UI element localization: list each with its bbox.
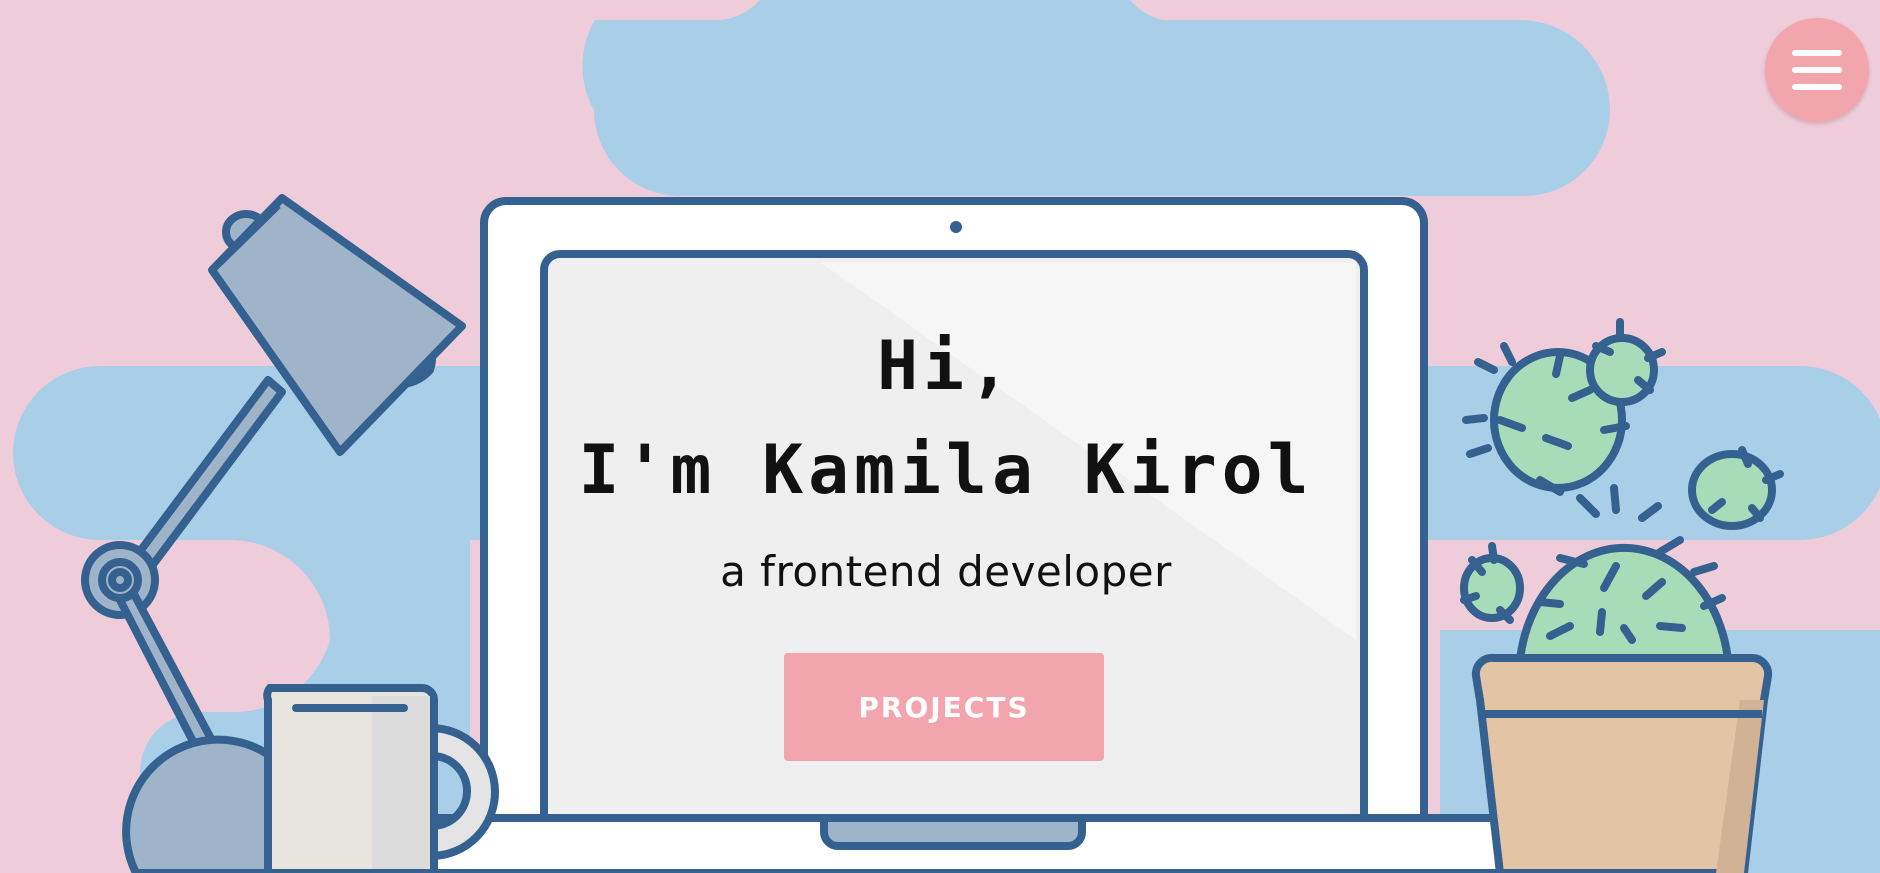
hero-content: Hi, I'm Kamila Kirol a frontend develope… xyxy=(548,250,1344,810)
greeting-line-2: I'm Kamila Kirol xyxy=(578,431,1314,510)
projects-button[interactable]: PROJECTS xyxy=(784,653,1104,761)
hamburger-icon-bar xyxy=(1792,84,1842,90)
greeting-line-1: Hi, xyxy=(877,327,1015,406)
hero-subtitle: a frontend developer xyxy=(720,547,1172,596)
hero-greeting: Hi, I'm Kamila Kirol xyxy=(548,315,1344,523)
flower-pot-illustration xyxy=(1471,653,1773,873)
menu-button[interactable] xyxy=(1765,18,1869,122)
hamburger-icon-bar xyxy=(1792,67,1842,73)
hamburger-icon xyxy=(1792,50,1842,56)
